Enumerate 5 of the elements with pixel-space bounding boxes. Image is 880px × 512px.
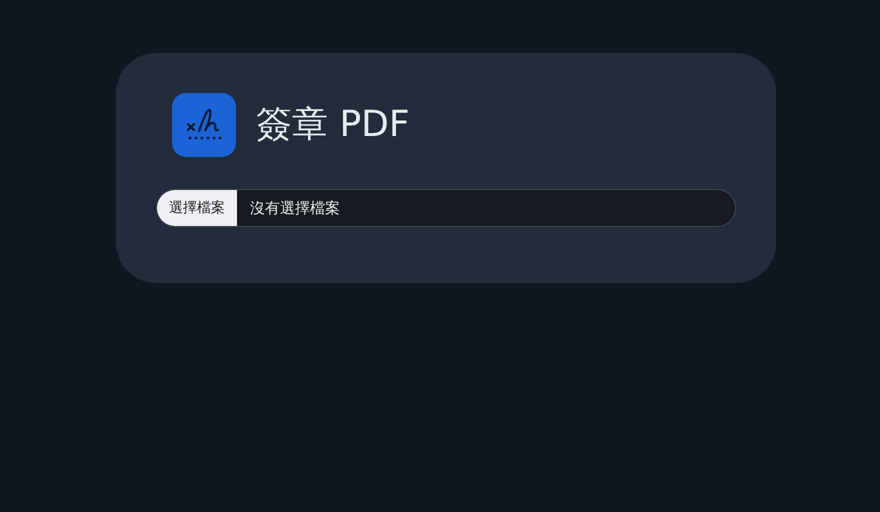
signature-icon [172, 93, 236, 157]
file-input-field[interactable]: 選擇檔案 沒有選擇檔案 [156, 189, 736, 227]
app-title: 簽章 PDF [256, 107, 410, 143]
choose-file-button[interactable]: 選擇檔案 [157, 190, 237, 226]
file-status-text: 沒有選擇檔案 [249, 198, 340, 219]
